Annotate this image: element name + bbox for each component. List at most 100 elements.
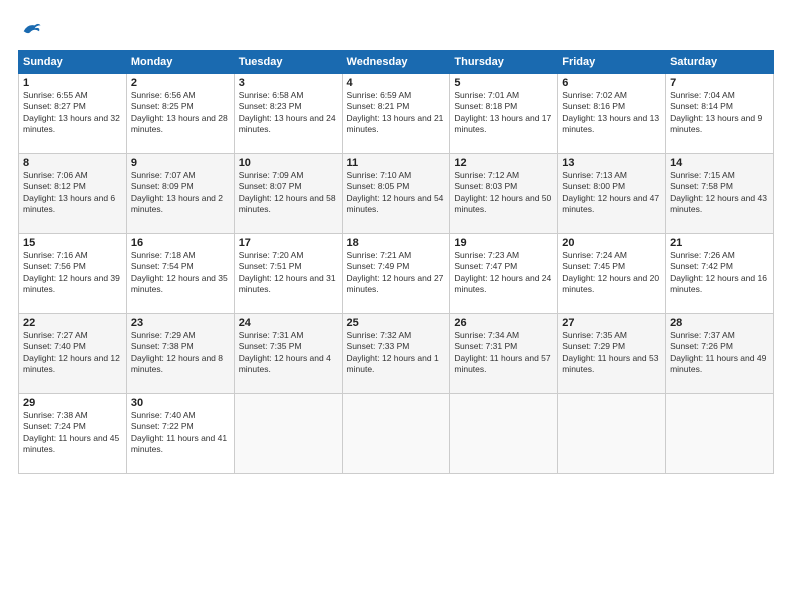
calendar-cell: 15 Sunrise: 7:16 AM Sunset: 7:56 PM Dayl…: [19, 234, 127, 314]
day-number: 26: [454, 317, 553, 329]
calendar-cell: 24 Sunrise: 7:31 AM Sunset: 7:35 PM Dayl…: [234, 314, 342, 394]
calendar-cell: 11 Sunrise: 7:10 AM Sunset: 8:05 PM Dayl…: [342, 154, 450, 234]
day-number: 2: [131, 77, 230, 89]
day-number: 30: [131, 397, 230, 409]
calendar-cell: [666, 394, 774, 474]
calendar-header-thursday: Thursday: [450, 51, 558, 74]
day-detail: Sunrise: 7:37 AM Sunset: 7:26 PM Dayligh…: [670, 330, 769, 376]
day-number: 20: [562, 237, 661, 249]
day-number: 19: [454, 237, 553, 249]
day-number: 24: [239, 317, 338, 329]
calendar-cell: 8 Sunrise: 7:06 AM Sunset: 8:12 PM Dayli…: [19, 154, 127, 234]
calendar-cell: 21 Sunrise: 7:26 AM Sunset: 7:42 PM Dayl…: [666, 234, 774, 314]
calendar-cell: 23 Sunrise: 7:29 AM Sunset: 7:38 PM Dayl…: [126, 314, 234, 394]
day-detail: Sunrise: 7:10 AM Sunset: 8:05 PM Dayligh…: [347, 170, 446, 216]
calendar-cell: 7 Sunrise: 7:04 AM Sunset: 8:14 PM Dayli…: [666, 74, 774, 154]
logo-bird-icon: [20, 18, 42, 40]
day-detail: Sunrise: 7:31 AM Sunset: 7:35 PM Dayligh…: [239, 330, 338, 376]
day-detail: Sunrise: 7:23 AM Sunset: 7:47 PM Dayligh…: [454, 250, 553, 296]
day-number: 1: [23, 77, 122, 89]
day-detail: Sunrise: 7:07 AM Sunset: 8:09 PM Dayligh…: [131, 170, 230, 216]
day-detail: Sunrise: 7:06 AM Sunset: 8:12 PM Dayligh…: [23, 170, 122, 216]
day-number: 10: [239, 157, 338, 169]
page: SundayMondayTuesdayWednesdayThursdayFrid…: [0, 0, 792, 612]
day-number: 17: [239, 237, 338, 249]
day-number: 3: [239, 77, 338, 89]
day-detail: Sunrise: 7:02 AM Sunset: 8:16 PM Dayligh…: [562, 90, 661, 136]
day-detail: Sunrise: 7:40 AM Sunset: 7:22 PM Dayligh…: [131, 410, 230, 456]
day-detail: Sunrise: 6:55 AM Sunset: 8:27 PM Dayligh…: [23, 90, 122, 136]
day-detail: Sunrise: 7:27 AM Sunset: 7:40 PM Dayligh…: [23, 330, 122, 376]
day-number: 15: [23, 237, 122, 249]
calendar-cell: 3 Sunrise: 6:58 AM Sunset: 8:23 PM Dayli…: [234, 74, 342, 154]
calendar-header-tuesday: Tuesday: [234, 51, 342, 74]
calendar-cell: 29 Sunrise: 7:38 AM Sunset: 7:24 PM Dayl…: [19, 394, 127, 474]
calendar-cell: 18 Sunrise: 7:21 AM Sunset: 7:49 PM Dayl…: [342, 234, 450, 314]
day-number: 21: [670, 237, 769, 249]
day-detail: Sunrise: 7:38 AM Sunset: 7:24 PM Dayligh…: [23, 410, 122, 456]
calendar-cell: 25 Sunrise: 7:32 AM Sunset: 7:33 PM Dayl…: [342, 314, 450, 394]
calendar-cell: 19 Sunrise: 7:23 AM Sunset: 7:47 PM Dayl…: [450, 234, 558, 314]
day-number: 23: [131, 317, 230, 329]
day-detail: Sunrise: 7:21 AM Sunset: 7:49 PM Dayligh…: [347, 250, 446, 296]
calendar-cell: 12 Sunrise: 7:12 AM Sunset: 8:03 PM Dayl…: [450, 154, 558, 234]
day-number: 16: [131, 237, 230, 249]
day-number: 13: [562, 157, 661, 169]
day-number: 22: [23, 317, 122, 329]
calendar-cell: 16 Sunrise: 7:18 AM Sunset: 7:54 PM Dayl…: [126, 234, 234, 314]
day-detail: Sunrise: 7:15 AM Sunset: 7:58 PM Dayligh…: [670, 170, 769, 216]
day-detail: Sunrise: 7:12 AM Sunset: 8:03 PM Dayligh…: [454, 170, 553, 216]
day-number: 18: [347, 237, 446, 249]
calendar-cell: 30 Sunrise: 7:40 AM Sunset: 7:22 PM Dayl…: [126, 394, 234, 474]
day-detail: Sunrise: 7:35 AM Sunset: 7:29 PM Dayligh…: [562, 330, 661, 376]
logo: [18, 18, 42, 40]
day-number: 25: [347, 317, 446, 329]
calendar-cell: 26 Sunrise: 7:34 AM Sunset: 7:31 PM Dayl…: [450, 314, 558, 394]
calendar: SundayMondayTuesdayWednesdayThursdayFrid…: [18, 50, 774, 474]
calendar-cell: 28 Sunrise: 7:37 AM Sunset: 7:26 PM Dayl…: [666, 314, 774, 394]
calendar-cell: 13 Sunrise: 7:13 AM Sunset: 8:00 PM Dayl…: [558, 154, 666, 234]
day-number: 8: [23, 157, 122, 169]
day-detail: Sunrise: 6:59 AM Sunset: 8:21 PM Dayligh…: [347, 90, 446, 136]
day-detail: Sunrise: 7:24 AM Sunset: 7:45 PM Dayligh…: [562, 250, 661, 296]
day-detail: Sunrise: 7:20 AM Sunset: 7:51 PM Dayligh…: [239, 250, 338, 296]
day-detail: Sunrise: 7:34 AM Sunset: 7:31 PM Dayligh…: [454, 330, 553, 376]
day-detail: Sunrise: 6:56 AM Sunset: 8:25 PM Dayligh…: [131, 90, 230, 136]
calendar-cell: [558, 394, 666, 474]
day-number: 4: [347, 77, 446, 89]
calendar-cell: 20 Sunrise: 7:24 AM Sunset: 7:45 PM Dayl…: [558, 234, 666, 314]
calendar-cell: 5 Sunrise: 7:01 AM Sunset: 8:18 PM Dayli…: [450, 74, 558, 154]
day-number: 7: [670, 77, 769, 89]
calendar-cell: 27 Sunrise: 7:35 AM Sunset: 7:29 PM Dayl…: [558, 314, 666, 394]
calendar-header-row: SundayMondayTuesdayWednesdayThursdayFrid…: [19, 51, 774, 74]
header: [18, 18, 774, 40]
day-number: 5: [454, 77, 553, 89]
day-number: 11: [347, 157, 446, 169]
day-detail: Sunrise: 7:13 AM Sunset: 8:00 PM Dayligh…: [562, 170, 661, 216]
day-detail: Sunrise: 7:32 AM Sunset: 7:33 PM Dayligh…: [347, 330, 446, 376]
day-detail: Sunrise: 7:01 AM Sunset: 8:18 PM Dayligh…: [454, 90, 553, 136]
calendar-cell: 9 Sunrise: 7:07 AM Sunset: 8:09 PM Dayli…: [126, 154, 234, 234]
calendar-cell: 6 Sunrise: 7:02 AM Sunset: 8:16 PM Dayli…: [558, 74, 666, 154]
day-number: 14: [670, 157, 769, 169]
day-detail: Sunrise: 6:58 AM Sunset: 8:23 PM Dayligh…: [239, 90, 338, 136]
calendar-cell: 4 Sunrise: 6:59 AM Sunset: 8:21 PM Dayli…: [342, 74, 450, 154]
calendar-header-monday: Monday: [126, 51, 234, 74]
day-number: 29: [23, 397, 122, 409]
calendar-cell: 17 Sunrise: 7:20 AM Sunset: 7:51 PM Dayl…: [234, 234, 342, 314]
calendar-header-friday: Friday: [558, 51, 666, 74]
calendar-cell: 1 Sunrise: 6:55 AM Sunset: 8:27 PM Dayli…: [19, 74, 127, 154]
day-detail: Sunrise: 7:04 AM Sunset: 8:14 PM Dayligh…: [670, 90, 769, 136]
day-number: 27: [562, 317, 661, 329]
calendar-header-sunday: Sunday: [19, 51, 127, 74]
day-number: 9: [131, 157, 230, 169]
day-number: 28: [670, 317, 769, 329]
day-number: 12: [454, 157, 553, 169]
day-detail: Sunrise: 7:26 AM Sunset: 7:42 PM Dayligh…: [670, 250, 769, 296]
day-detail: Sunrise: 7:16 AM Sunset: 7:56 PM Dayligh…: [23, 250, 122, 296]
calendar-cell: 22 Sunrise: 7:27 AM Sunset: 7:40 PM Dayl…: [19, 314, 127, 394]
calendar-cell: 2 Sunrise: 6:56 AM Sunset: 8:25 PM Dayli…: [126, 74, 234, 154]
day-number: 6: [562, 77, 661, 89]
calendar-cell: [342, 394, 450, 474]
calendar-header-wednesday: Wednesday: [342, 51, 450, 74]
